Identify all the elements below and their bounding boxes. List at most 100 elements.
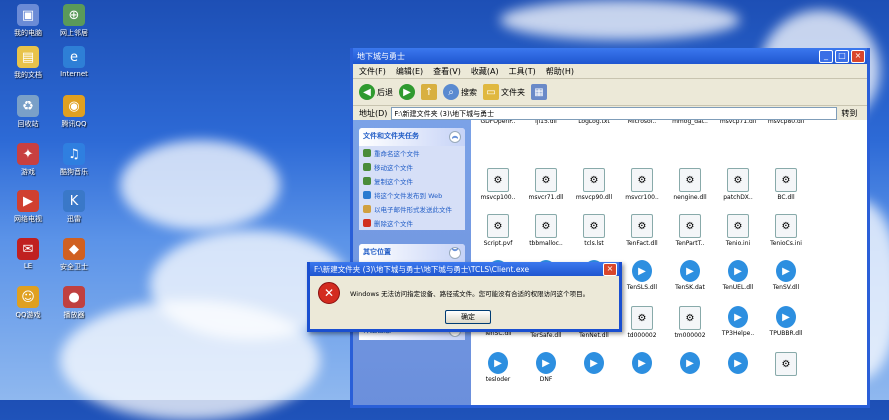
desktop-icon[interactable]: ◉ 腾讯QQ — [46, 95, 102, 129]
desktop-icon[interactable]: ◆ 安全卫士 — [46, 238, 102, 272]
task-rename[interactable]: 重命名这个文件 — [359, 146, 465, 160]
file-item[interactable]: ⚙mmog_dat.. — [667, 120, 713, 125]
folders-button[interactable]: ▭ 文件夹 — [483, 84, 525, 100]
file-item[interactable]: ▶ TenSV.dll — [763, 260, 809, 291]
file-name: TenFact.dll — [626, 240, 658, 247]
file-item[interactable]: ⚙ msvcr71.dll — [523, 168, 569, 201]
file-item[interactable]: ▶ — [571, 352, 617, 376]
menu-help[interactable]: 帮助(H) — [546, 66, 574, 77]
file-item[interactable]: ⚙ Script.pvf — [475, 214, 521, 247]
media-file-icon: ▶ — [776, 260, 796, 282]
file-name: patchDX.. — [723, 194, 753, 201]
file-item[interactable]: ⚙ TenFact.dll — [619, 214, 665, 247]
media-file-icon: ▶ — [728, 306, 748, 328]
error-icon: ✕ — [318, 282, 340, 304]
menu-tools[interactable]: 工具(T) — [509, 66, 536, 77]
dll-file-icon: ⚙ — [583, 214, 605, 238]
file-item[interactable]: ▶ TenUEL.dll — [715, 260, 761, 291]
file-item[interactable]: ⚙ nengine.dll — [667, 168, 713, 201]
file-item[interactable]: ▶ tesloder — [475, 352, 521, 383]
task-move[interactable]: 移动这个文件 — [359, 160, 465, 174]
ok-button[interactable]: 确定 — [445, 310, 491, 324]
file-item[interactable]: ⚙ Tenio.ini — [715, 214, 761, 247]
desktop-icon[interactable]: e Internet — [46, 46, 102, 78]
forward-arrow-icon: ▶ — [399, 84, 415, 100]
file-item[interactable]: ▶ DNF — [523, 352, 569, 383]
up-folder-button[interactable]: ↑ — [421, 84, 437, 100]
close-button[interactable]: × — [851, 49, 865, 63]
file-item[interactable]: ⚙Microsof.. — [619, 120, 665, 125]
file-item[interactable]: ⚙msvcp71.dll — [715, 120, 761, 125]
file-item[interactable]: ⚙ TenPartT.. — [667, 214, 713, 247]
file-item[interactable]: ⚙ tcls.lst — [571, 214, 617, 247]
file-name: DNF — [539, 376, 553, 383]
media-file-icon: ▶ — [728, 260, 748, 282]
file-item[interactable]: ▶ TPUBBR.dll — [763, 306, 809, 337]
dll-file-icon: ⚙ — [775, 214, 797, 238]
folder-icon: ▭ — [483, 84, 499, 100]
other-places-header[interactable]: 其它位置 ︾ — [359, 244, 465, 262]
go-button[interactable]: 转到 — [841, 108, 857, 119]
file-item[interactable]: ▶ — [715, 352, 761, 376]
file-name: TenioCs.ini — [770, 240, 802, 247]
file-item[interactable]: ⚙ tm000002 — [667, 306, 713, 339]
file-item[interactable]: ⚙GDFOpenF.. — [475, 120, 521, 125]
dll-file-icon: ⚙ — [631, 214, 653, 238]
file-name: Script.pvf — [483, 240, 513, 247]
menu-view[interactable]: 查看(V) — [433, 66, 461, 77]
collapse-icon[interactable]: ︽ — [449, 131, 461, 143]
file-item[interactable]: ▶ TenSK.dat — [667, 260, 713, 291]
task-email[interactable]: 以电子邮件形式发送此文件 — [359, 202, 465, 216]
file-tasks-header[interactable]: 文件和文件夹任务 ︽ — [359, 128, 465, 146]
file-item[interactable]: ▶ TenSLS.dll — [619, 260, 665, 291]
back-button[interactable]: ◀ 后退 — [359, 84, 393, 100]
desktop-icon[interactable]: ⊕ 网上邻居 — [46, 4, 102, 38]
task-copy[interactable]: 复制这个文件 — [359, 174, 465, 188]
file-item[interactable]: ⚙msvcp80.dll — [763, 120, 809, 125]
menu-favorites[interactable]: 收藏(A) — [471, 66, 499, 77]
maximize-button[interactable]: □ — [835, 49, 849, 63]
explorer-titlebar[interactable]: 地下城与勇士 _ □ × — [353, 48, 867, 64]
dialog-title: F:\新建文件夹 (3)\地下城与勇士\地下城与勇士\TCLS\Client.e… — [314, 264, 530, 274]
file-item[interactable]: ⚙ BC.dll — [763, 168, 809, 201]
file-item[interactable]: ⚙ TenioCs.ini — [763, 214, 809, 247]
file-item[interactable]: ⚙ msvcr100.. — [619, 168, 665, 201]
file-name: msvcp71.dll — [719, 120, 757, 125]
file-item[interactable]: ⚙ — [763, 352, 809, 378]
desktop-icon[interactable]: K 迅雷 — [46, 190, 102, 224]
file-item[interactable]: ⚙ td000002 — [619, 306, 665, 339]
error-dialog: F:\新建文件夹 (3)\地下城与勇士\地下城与勇士\TCLS\Client.e… — [307, 262, 622, 332]
rename-icon — [363, 149, 371, 157]
dialog-titlebar[interactable]: F:\新建文件夹 (3)\地下城与勇士\地下城与勇士\TCLS\Client.e… — [310, 262, 619, 276]
task-delete[interactable]: 删除这个文件 — [359, 216, 465, 230]
menu-edit[interactable]: 编辑(E) — [396, 66, 423, 77]
views-icon: ▦ — [531, 84, 547, 100]
dialog-close-button[interactable]: × — [603, 262, 617, 276]
file-item[interactable]: ▶ — [667, 352, 713, 376]
dll-file-icon: ⚙ — [631, 306, 653, 330]
player-icon: ● — [63, 286, 85, 308]
file-item[interactable]: ⚙ patchDX.. — [715, 168, 761, 201]
file-name: tcls.lst — [584, 240, 604, 247]
file-item[interactable]: ⚙ msvcp100.. — [475, 168, 521, 201]
task-publish[interactable]: 将这个文件发布到 Web — [359, 188, 465, 202]
file-name: td000002 — [627, 332, 657, 339]
file-item[interactable]: ▶ — [619, 352, 665, 376]
desktop-icon[interactable]: ♫ 酷狗音乐 — [46, 143, 102, 177]
minimize-button[interactable]: _ — [819, 49, 833, 63]
menu-file[interactable]: 文件(F) — [359, 66, 386, 77]
file-name: TenSLS.dll — [626, 284, 658, 291]
dll-file-icon: ⚙ — [775, 352, 797, 376]
forward-button[interactable]: ▶ — [399, 84, 415, 100]
file-item[interactable]: ⚙ tbbmalloc.. — [523, 214, 569, 247]
file-item[interactable]: ⚙LogLog.txt — [571, 120, 617, 125]
address-input[interactable] — [391, 107, 838, 120]
file-item[interactable]: ⚙ijl15.dll — [523, 120, 569, 125]
search-button[interactable]: ⌕ 搜索 — [443, 84, 477, 100]
file-item[interactable]: ⚙ msvcp90.dll — [571, 168, 617, 201]
views-button[interactable]: ▦ — [531, 84, 547, 100]
ie-icon: e — [63, 46, 85, 68]
file-item[interactable]: ▶ TP3Helpe.. — [715, 306, 761, 337]
expand-icon[interactable]: ︾ — [449, 247, 461, 259]
desktop-icon[interactable]: ● 播放器 — [46, 286, 102, 320]
